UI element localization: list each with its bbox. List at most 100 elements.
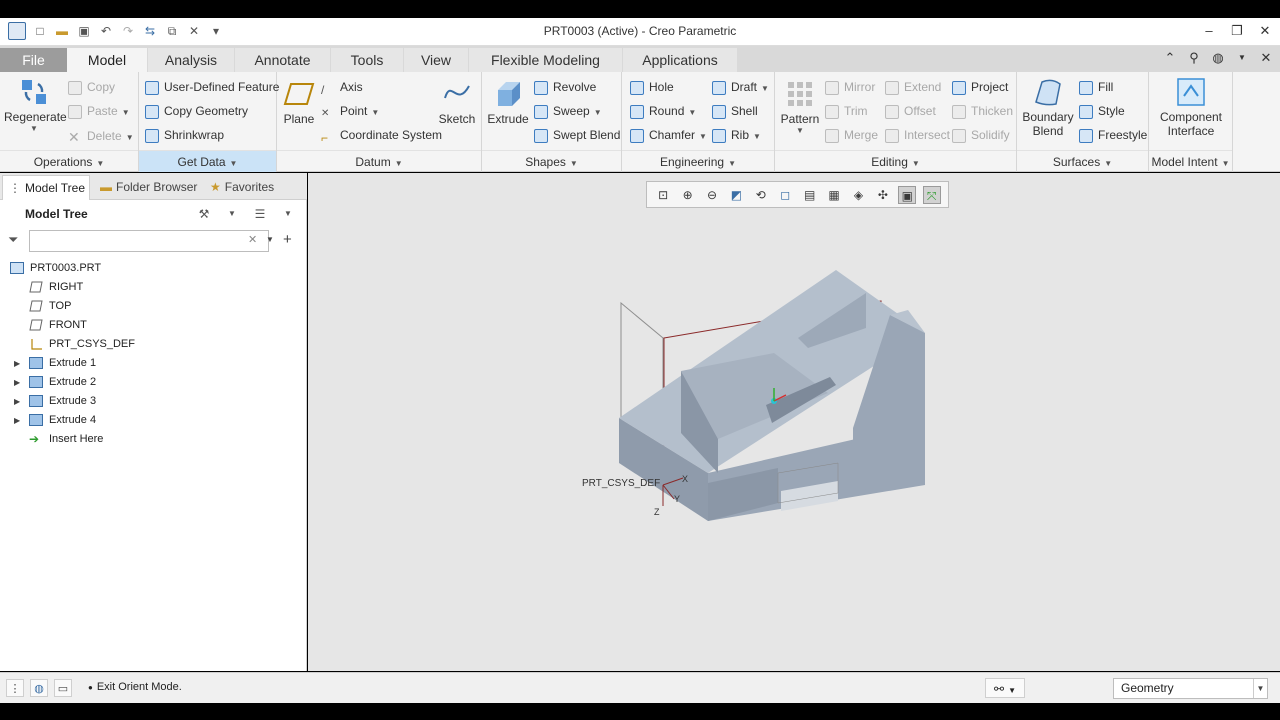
tree-node-csys[interactable]: PRT_CSYS_DEF — [29, 335, 135, 354]
paste-button[interactable]: Paste ▼ — [68, 102, 130, 120]
extend-icon — [885, 80, 899, 95]
tab-flexible-modeling[interactable]: Flexible Modeling — [469, 48, 622, 72]
pattern-button[interactable]: Pattern ▼ — [779, 78, 821, 135]
extrude-button[interactable]: Extrude — [486, 78, 530, 126]
engineering-group-label[interactable]: Engineering ▼ — [622, 150, 774, 172]
component-interface-button[interactable]: Component Interface — [1151, 76, 1231, 138]
expand-arrow-icon[interactable]: ▶ — [14, 354, 20, 373]
tab-annotate[interactable]: Annotate — [235, 48, 330, 72]
tab-analysis[interactable]: Analysis — [148, 48, 234, 72]
project-button[interactable]: Project — [952, 78, 1008, 96]
tab-file[interactable]: File — [0, 48, 67, 72]
find-button[interactable]: ⚯ ▼ — [985, 678, 1025, 698]
mirror-button[interactable]: Mirror — [825, 78, 875, 96]
shrinkwrap-button[interactable]: Shrinkwrap — [145, 126, 224, 144]
tree-node-top[interactable]: TOP — [29, 297, 71, 316]
help-dropdown-icon[interactable]: ▼ — [1234, 50, 1250, 66]
extend-button[interactable]: Extend — [885, 78, 941, 96]
plane-button[interactable]: Plane — [281, 78, 317, 126]
tab-model-tree[interactable]: ⋮ Model Tree — [2, 175, 90, 200]
tree-node-extrude-4[interactable]: ▶ Extrude 4 — [0, 411, 300, 430]
thicken-button[interactable]: Thicken — [952, 102, 1013, 120]
clear-search-icon[interactable]: ✕ — [248, 233, 257, 246]
expand-arrow-icon[interactable]: ▶ — [14, 373, 20, 392]
regenerate-button[interactable]: Regenerate ▼ — [4, 76, 67, 133]
solidify-button[interactable]: Solidify — [952, 126, 1010, 144]
chamfer-button[interactable]: Chamfer ▼ — [630, 126, 707, 144]
tree-node-extrude-2[interactable]: ▶ Extrude 2 — [0, 373, 300, 392]
tab-folder-browser[interactable]: ▬ Folder Browser — [94, 175, 200, 200]
search-icon[interactable]: ⚲ — [1186, 50, 1202, 66]
intersect-button[interactable]: Intersect — [885, 126, 950, 144]
sweep-button[interactable]: Sweep ▼ — [534, 102, 602, 120]
draft-button[interactable]: Draft ▼ — [712, 78, 769, 96]
delete-button[interactable]: ✕ Delete ▼ — [68, 127, 134, 145]
find-dropdown-icon[interactable]: ▼ — [1008, 686, 1016, 695]
tree-node-insert-here[interactable]: ➔ Insert Here — [29, 430, 103, 449]
editing-group-label[interactable]: Editing ▼ — [775, 150, 1016, 172]
point-button[interactable]: ✕ Point ▼ — [321, 102, 379, 120]
expand-arrow-icon[interactable]: ▶ — [14, 411, 20, 430]
filter-funnel-icon[interactable]: ⏷ — [8, 232, 18, 248]
boundary-blend-button[interactable]: Boundary Blend — [1021, 76, 1075, 138]
udf-button[interactable]: User-Defined Feature — [145, 78, 279, 96]
freestyle-label: Freestyle — [1098, 128, 1148, 142]
show-dropdown-icon[interactable]: ▼ — [279, 205, 297, 223]
offset-button[interactable]: Offset — [885, 102, 936, 120]
tree-node-extrude-1[interactable]: ▶ Extrude 1 — [0, 354, 300, 373]
shapes-group-label[interactable]: Shapes ▼ — [482, 150, 621, 172]
csys-icon: ⌐ — [321, 130, 329, 145]
close-panel-icon[interactable]: ✕ — [1258, 50, 1274, 66]
tree-node-front[interactable]: FRONT — [29, 316, 87, 335]
selection-filter-dropdown[interactable]: Geometry ▼ — [1113, 678, 1268, 699]
style-button[interactable]: Style — [1079, 102, 1125, 120]
expand-arrow-icon[interactable]: ▶ — [14, 392, 20, 411]
tree-settings-icon[interactable]: ⚒ — [195, 205, 213, 223]
sketch-button[interactable]: Sketch — [437, 78, 477, 126]
help-icon[interactable]: ◍ — [1210, 50, 1226, 66]
search-dropdown-icon[interactable]: ▼ — [266, 235, 274, 244]
freestyle-button[interactable]: Freestyle — [1079, 126, 1147, 144]
axis-button[interactable]: / Axis — [321, 78, 363, 97]
full-screen-icon[interactable]: ▭ — [54, 679, 72, 697]
copy-button[interactable]: Copy — [68, 78, 115, 96]
model-intent-group-label[interactable]: Model Intent ▼ — [1149, 150, 1232, 172]
tree-node-extrude-3[interactable]: ▶ Extrude 3 — [0, 392, 300, 411]
swept-blend-button[interactable]: Swept Blend — [534, 126, 620, 144]
revolve-button[interactable]: Revolve — [534, 78, 596, 96]
close-icon[interactable]: ✕ — [1256, 22, 1274, 40]
rib-button[interactable]: Rib ▼ — [712, 126, 761, 144]
fill-button[interactable]: Fill — [1079, 78, 1113, 96]
datum-group-label[interactable]: Datum ▼ — [277, 150, 481, 172]
tab-model[interactable]: Model — [67, 48, 147, 72]
trim-button[interactable]: Trim — [825, 102, 868, 120]
show-icon[interactable]: ☰ — [251, 205, 269, 223]
csys-button[interactable]: ⌐ Coordinate System — [321, 126, 442, 145]
round-button[interactable]: Round ▼ — [630, 102, 696, 120]
get-data-group-label[interactable]: Get Data ▼ — [139, 150, 276, 172]
navigator-toggle-icon[interactable]: ⋮ — [6, 679, 24, 697]
graphics-window[interactable]: ⊡ ⊕ ⊖ ◩ ⟲ ◻ ▤ ▦ ◈ ✣ ▣ ⤧ PRT_CSYS_DEF X Y… — [308, 173, 1280, 671]
copy-geometry-button[interactable]: Copy Geometry — [145, 102, 248, 120]
minimize-icon[interactable]: – — [1200, 22, 1218, 40]
tab-applications[interactable]: Applications — [623, 48, 737, 72]
regenerate-dropdown-icon[interactable]: ▼ — [4, 124, 64, 133]
operations-group-label[interactable]: Operations ▼ — [0, 150, 138, 172]
tab-view[interactable]: View — [404, 48, 468, 72]
part-model-3d[interactable]: PRT_CSYS_DEF X Y Z — [308, 173, 1280, 671]
surfaces-group-label[interactable]: Surfaces ▼ — [1017, 150, 1148, 172]
tree-search-input[interactable] — [29, 230, 269, 252]
add-filter-icon[interactable]: + — [283, 231, 292, 248]
tree-node-part[interactable]: PRT0003.PRT — [10, 259, 101, 278]
tab-tools[interactable]: Tools — [331, 48, 403, 72]
hole-button[interactable]: Hole — [630, 78, 674, 96]
pattern-dropdown-icon[interactable]: ▼ — [779, 126, 821, 135]
merge-button[interactable]: Merge — [825, 126, 878, 144]
browser-toggle-icon[interactable]: ◍ — [30, 679, 48, 697]
restore-icon[interactable]: ❐ — [1228, 22, 1246, 40]
tree-settings-dropdown-icon[interactable]: ▼ — [223, 205, 241, 223]
collapse-ribbon-icon[interactable]: ⌃ — [1162, 50, 1178, 66]
shell-button[interactable]: Shell — [712, 102, 758, 120]
tab-favorites[interactable]: ★ Favorites — [204, 175, 284, 200]
tree-node-right[interactable]: RIGHT — [29, 278, 83, 297]
